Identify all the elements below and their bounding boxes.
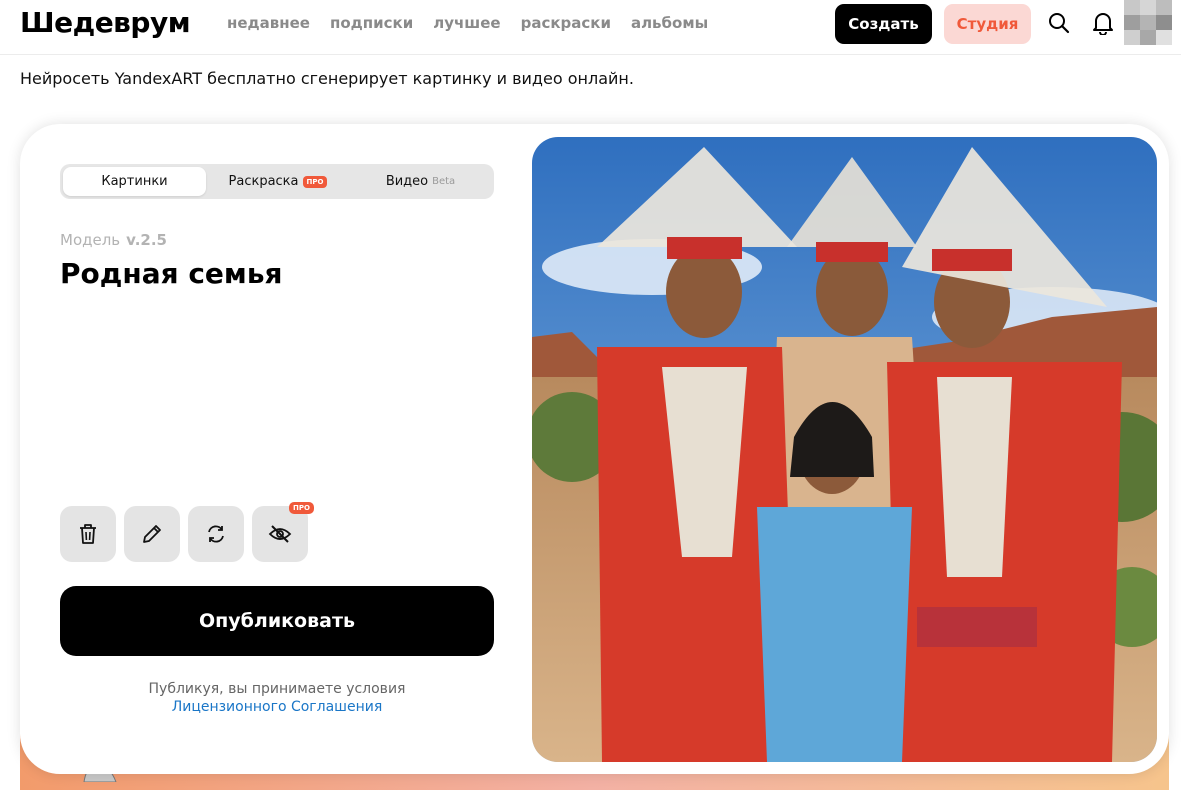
- studio-button[interactable]: Студия: [944, 4, 1031, 44]
- beta-badge: Beta: [432, 176, 455, 187]
- nav-subscriptions[interactable]: подписки: [330, 14, 413, 32]
- pro-badge: ПРО: [303, 176, 328, 188]
- terms-text: Публикуя, вы принимаете условия: [149, 681, 406, 697]
- model-label: Модель: [60, 231, 120, 249]
- model-info: Модель v.2.5: [60, 231, 167, 249]
- prompt-title: Родная семья: [60, 257, 283, 290]
- header: Шедеврум недавнее подписки лучшее раскра…: [0, 0, 1181, 55]
- nav-albums[interactable]: альбомы: [631, 14, 708, 32]
- generation-card: Картинки Раскраска ПРО Видео Beta Модель…: [20, 124, 1169, 774]
- tab-pictures-label: Картинки: [101, 174, 167, 189]
- mode-tabs: Картинки Раскраска ПРО Видео Beta: [60, 164, 494, 199]
- license-terms: Публикуя, вы принимаете условия Лицензио…: [60, 680, 494, 716]
- publish-button[interactable]: Опубликовать: [60, 586, 494, 656]
- delete-button[interactable]: [60, 506, 116, 562]
- pencil-icon: [141, 523, 163, 545]
- edit-button[interactable]: [124, 506, 180, 562]
- create-button[interactable]: Создать: [835, 4, 932, 44]
- nav-recent[interactable]: недавнее: [227, 14, 310, 32]
- tab-pictures[interactable]: Картинки: [63, 167, 206, 196]
- bell-icon[interactable]: [1090, 10, 1116, 36]
- logo[interactable]: Шедеврум: [20, 6, 190, 39]
- tab-video[interactable]: Видео Beta: [350, 167, 491, 196]
- trash-icon: [78, 523, 98, 545]
- generated-image[interactable]: [532, 137, 1157, 762]
- refresh-icon: [205, 523, 227, 545]
- search-icon[interactable]: [1046, 10, 1072, 36]
- nav-best[interactable]: лучшее: [433, 14, 500, 32]
- avatar[interactable]: [1124, 0, 1172, 46]
- tab-coloring[interactable]: Раскраска ПРО: [208, 167, 348, 196]
- main-nav: недавнее подписки лучшее раскраски альбо…: [227, 14, 708, 32]
- pro-badge: ПРО: [289, 502, 314, 514]
- license-link[interactable]: Лицензионного Соглашения: [60, 698, 494, 716]
- eye-off-icon: [268, 523, 292, 545]
- hide-button[interactable]: ПРО: [252, 506, 308, 562]
- tab-video-label: Видео: [386, 174, 428, 189]
- tab-coloring-label: Раскраска: [229, 174, 299, 189]
- nav-coloring[interactable]: раскраски: [521, 14, 611, 32]
- tagline: Нейросеть YandexART бесплатно сгенерируе…: [20, 69, 634, 88]
- model-version: v.2.5: [126, 231, 167, 249]
- regenerate-button[interactable]: [188, 506, 244, 562]
